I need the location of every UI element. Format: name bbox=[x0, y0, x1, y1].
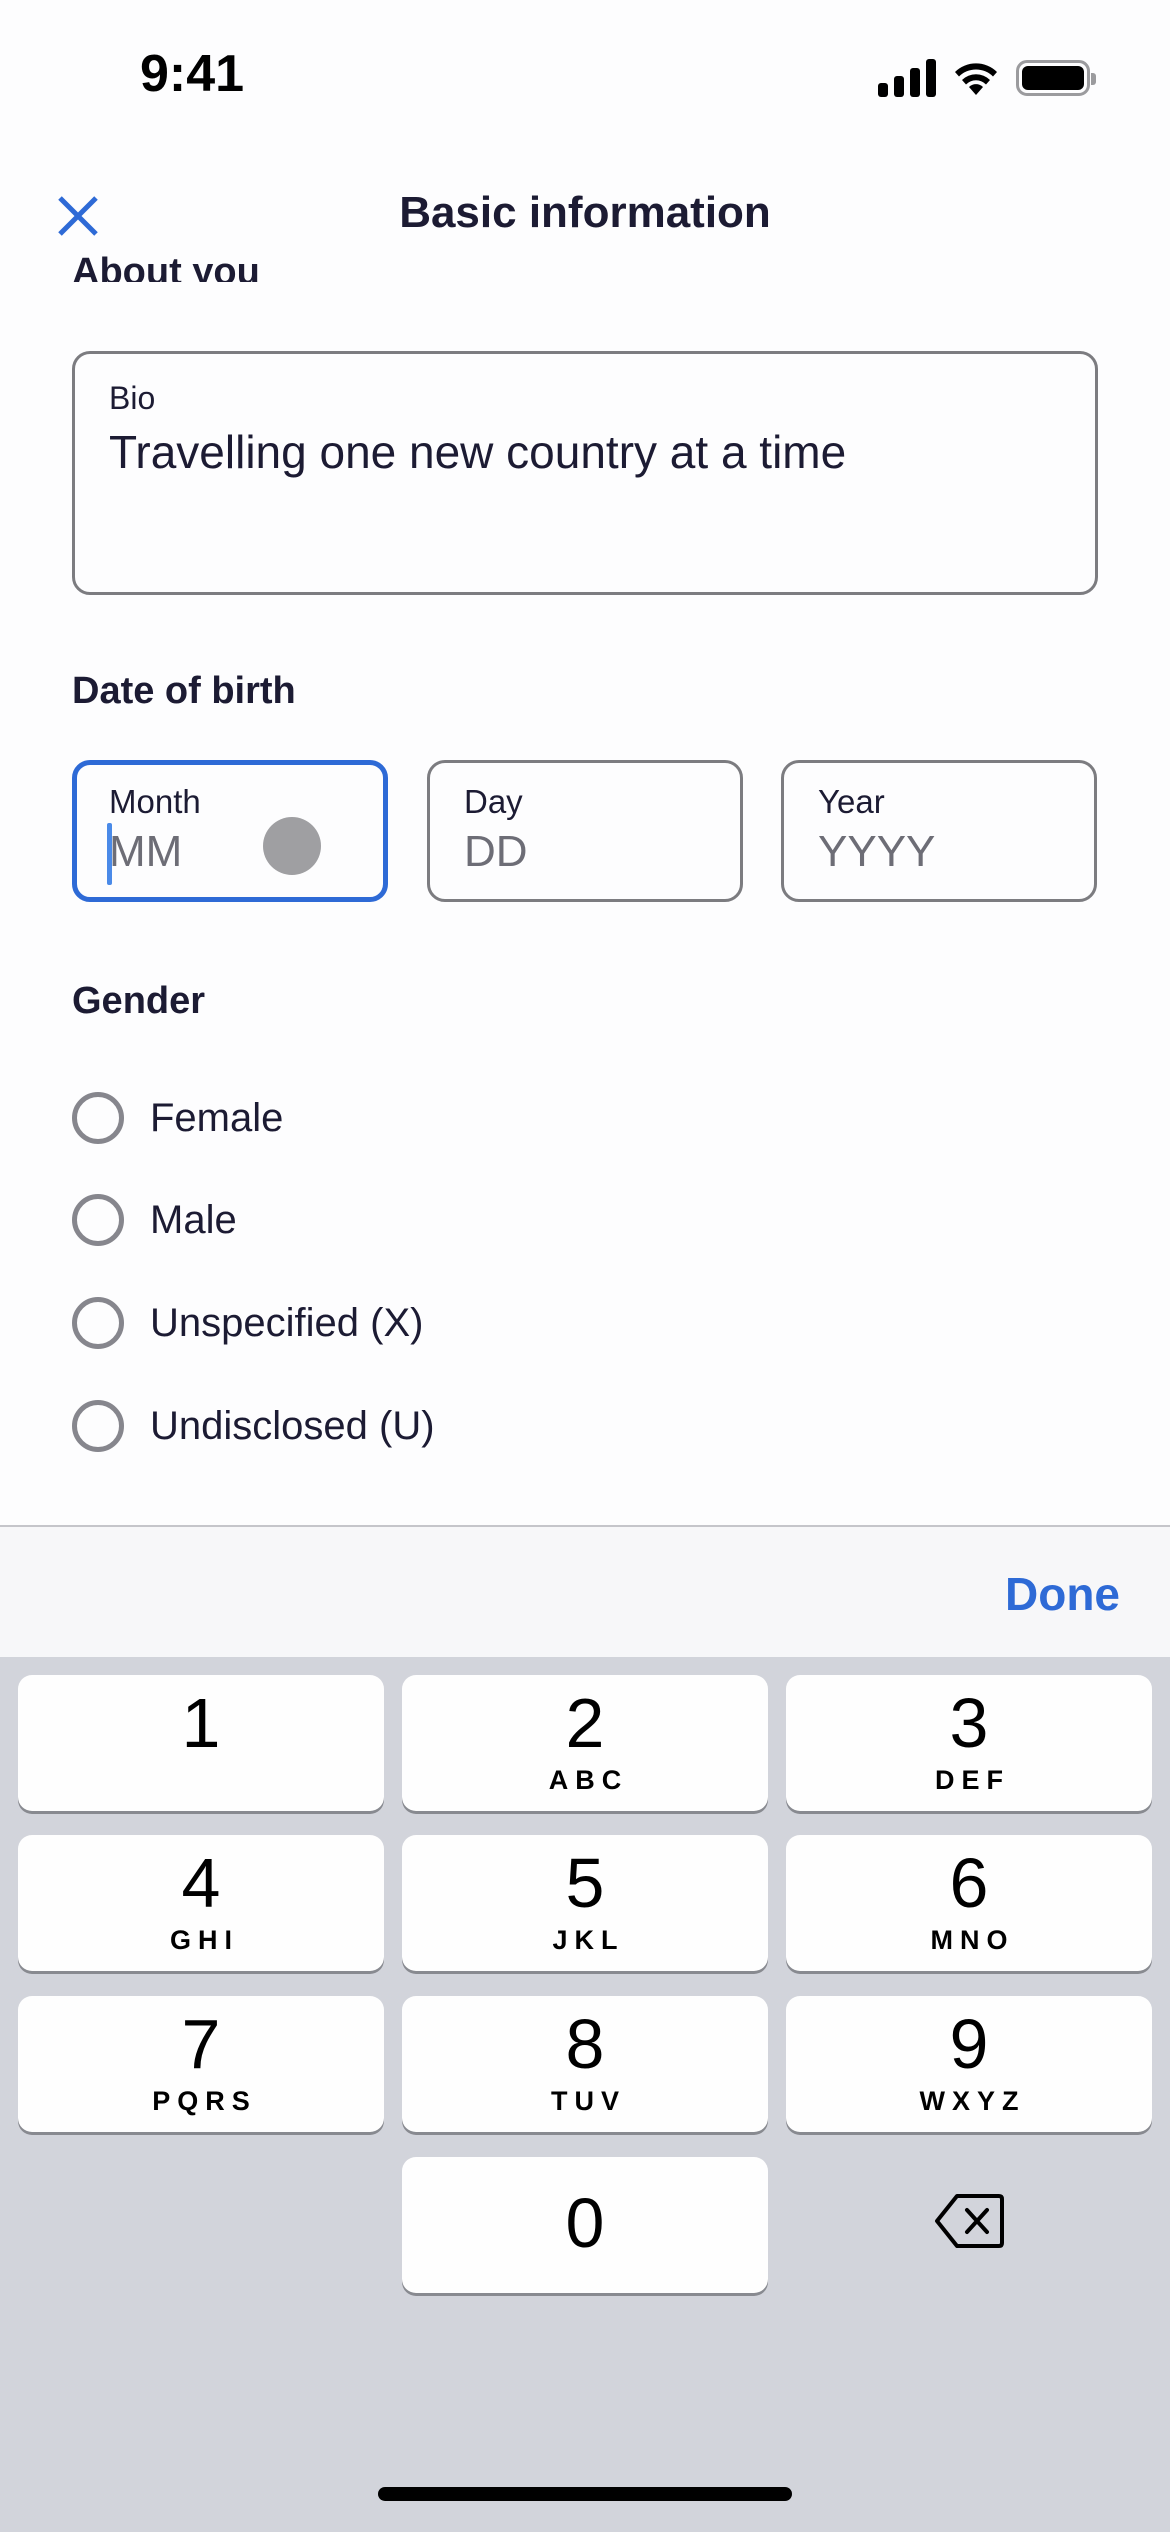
key-letters: ABC bbox=[548, 1765, 629, 1795]
year-placeholder: YYYY bbox=[818, 827, 936, 876]
key-letters: WXYZ bbox=[919, 2086, 1026, 2116]
radio-label: Female bbox=[150, 1095, 284, 1140]
key-letters: DEF bbox=[935, 1765, 1010, 1795]
gender-option-male[interactable]: Male bbox=[72, 1190, 237, 1250]
key-digit: 2 bbox=[565, 1684, 605, 1762]
key-2[interactable]: 2 ABC bbox=[402, 1675, 768, 1811]
bio-textarea[interactable]: Bio Travelling one new country at a time bbox=[72, 351, 1098, 595]
key-digit: 7 bbox=[181, 2005, 221, 2083]
dob-section-title: Date of birth bbox=[72, 670, 296, 712]
day-label: Day bbox=[464, 783, 523, 820]
key-digit: 3 bbox=[949, 1684, 989, 1762]
battery-icon bbox=[1016, 60, 1096, 96]
key-6[interactable]: 6 MNO bbox=[786, 1835, 1152, 1971]
gender-option-undisclosed[interactable]: Undisclosed (U) bbox=[72, 1396, 435, 1456]
key-4[interactable]: 4 GHI bbox=[18, 1835, 384, 1971]
key-0[interactable]: 0 bbox=[402, 2157, 768, 2293]
year-label: Year bbox=[818, 783, 885, 820]
key-letters: MNO bbox=[930, 1925, 1015, 1955]
number-pad-keyboard: 1 2 ABC 3 DEF 4 GHI 5 JKL 6 MNO 7 PQRS 8… bbox=[0, 1657, 1170, 2532]
key-3[interactable]: 3 DEF bbox=[786, 1675, 1152, 1811]
day-input[interactable]: Day DD bbox=[427, 760, 743, 902]
radio-unselected-icon[interactable] bbox=[72, 1400, 124, 1452]
text-cursor bbox=[107, 823, 112, 885]
month-label: Month bbox=[109, 783, 201, 820]
touch-indicator bbox=[263, 817, 321, 875]
backspace-icon bbox=[935, 2194, 1004, 2248]
key-digit: 0 bbox=[565, 2184, 605, 2262]
key-digit: 9 bbox=[949, 2005, 989, 2083]
done-button[interactable]: Done bbox=[1005, 1567, 1120, 1621]
status-icons bbox=[878, 58, 1096, 98]
cellular-signal-icon bbox=[878, 59, 936, 97]
delete-key[interactable] bbox=[786, 2153, 1152, 2289]
key-digit: 4 bbox=[181, 1844, 221, 1922]
bio-value: Travelling one new country at a time bbox=[109, 426, 847, 478]
key-digit: 8 bbox=[565, 2005, 605, 2083]
page-title: Basic information bbox=[399, 188, 771, 237]
wifi-icon bbox=[955, 63, 997, 95]
key-1[interactable]: 1 bbox=[18, 1675, 384, 1811]
gender-section-title: Gender bbox=[72, 980, 206, 1022]
key-letters: JKL bbox=[552, 1925, 625, 1955]
gender-option-female[interactable]: Female bbox=[72, 1088, 283, 1148]
radio-unselected-icon[interactable] bbox=[72, 1092, 124, 1144]
key-5[interactable]: 5 JKL bbox=[402, 1835, 768, 1971]
gender-option-unspecified[interactable]: Unspecified (X) bbox=[72, 1293, 423, 1353]
key-7[interactable]: 7 PQRS bbox=[18, 1996, 384, 2132]
radio-label: Unspecified (X) bbox=[150, 1300, 424, 1345]
home-indicator[interactable] bbox=[378, 2487, 792, 2501]
year-input[interactable]: Year YYYY bbox=[781, 760, 1097, 902]
bio-label: Bio bbox=[109, 380, 156, 416]
radio-label: Male bbox=[150, 1197, 237, 1242]
radio-unselected-icon[interactable] bbox=[72, 1297, 124, 1349]
day-placeholder: DD bbox=[464, 827, 528, 876]
status-time: 9:41 bbox=[140, 45, 245, 103]
keyboard-toolbar: Done bbox=[0, 1525, 1170, 1657]
key-9[interactable]: 9 WXYZ bbox=[786, 1996, 1152, 2132]
key-letters: PQRS bbox=[152, 2086, 257, 2116]
radio-label: Undisclosed (U) bbox=[150, 1403, 435, 1448]
month-placeholder-text: MM bbox=[109, 827, 183, 876]
about-section-title: About you bbox=[72, 251, 260, 282]
key-letters: GHI bbox=[169, 1925, 239, 1955]
key-digit: 6 bbox=[949, 1844, 989, 1922]
key-digit: 5 bbox=[565, 1844, 605, 1922]
key-8[interactable]: 8 TUV bbox=[402, 1996, 768, 2132]
month-input[interactable]: Month MM bbox=[72, 760, 388, 902]
status-bar: 9:41 bbox=[0, 0, 1170, 150]
key-letters: TUV bbox=[551, 2086, 626, 2116]
radio-unselected-icon[interactable] bbox=[72, 1194, 124, 1246]
key-digit: 1 bbox=[181, 1684, 221, 1762]
